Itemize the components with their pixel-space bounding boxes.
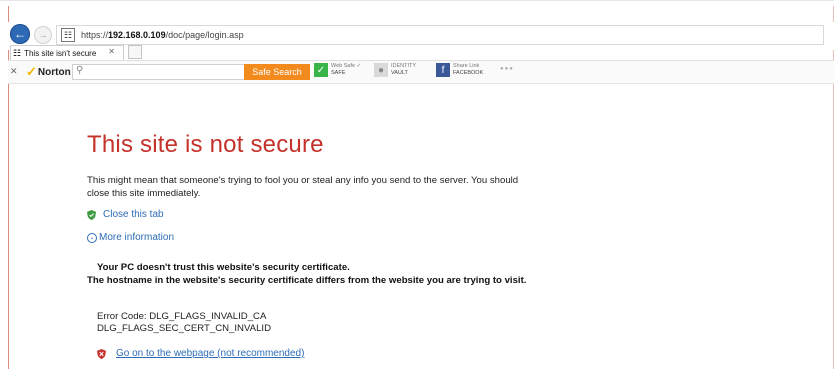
check-icon: ✓ bbox=[26, 64, 37, 79]
more-information-label: More information bbox=[99, 232, 175, 243]
page-icon: ☷ bbox=[61, 28, 75, 42]
go-on-label: Go on to the webpage (not recommended) bbox=[116, 348, 305, 359]
close-tab-label: Close this tab bbox=[103, 209, 164, 220]
identity-vault-button[interactable]: ● IDENTITY VAULT bbox=[374, 63, 416, 77]
error-code: Error Code: DLG_FLAGS_INVALID_CA DLG_FLA… bbox=[97, 311, 271, 335]
page-icon: ☷ bbox=[13, 48, 22, 58]
shield-warning-icon bbox=[97, 348, 106, 359]
close-tab-link[interactable]: Close this tab bbox=[87, 209, 164, 220]
hostname-warning: The hostname in the website's security c… bbox=[87, 275, 527, 286]
norton-toolbar: ✕ ✓ Norton ⚲ Safe Search ✓ Web Safe ✓ SAF… bbox=[8, 60, 834, 84]
url-host: 192.168.0.109 bbox=[108, 30, 166, 40]
arrow-right-icon: → bbox=[38, 29, 48, 41]
more-dots-icon[interactable]: ●●● bbox=[500, 66, 514, 72]
safe-search-button[interactable]: Safe Search bbox=[244, 64, 310, 80]
error-code-line-1: Error Code: DLG_FLAGS_INVALID_CA bbox=[97, 311, 267, 322]
arrow-left-icon: ← bbox=[14, 27, 26, 41]
more-information-link[interactable]: ⌄ More information bbox=[87, 232, 174, 243]
norton-search-input[interactable]: ⚲ bbox=[72, 64, 246, 80]
new-tab-button[interactable] bbox=[128, 45, 142, 59]
safe-web-text: Web Safe ✓ SAFE bbox=[331, 63, 362, 76]
safe-web-status[interactable]: ✓ Web Safe ✓ SAFE bbox=[314, 63, 361, 77]
close-icon[interactable]: ✕ bbox=[108, 47, 115, 56]
close-icon[interactable]: ✕ bbox=[10, 66, 18, 77]
tab-active[interactable]: ☷ This site isn't secure ✕ bbox=[10, 45, 124, 61]
address-bar[interactable]: ☷ https://192.168.0.109/doc/page/login.a… bbox=[56, 25, 824, 45]
error-code-line-2: DLG_FLAGS_SEC_CERT_CN_INVALID bbox=[97, 323, 271, 334]
certificate-warning: Your PC doesn't trust this website's sec… bbox=[97, 262, 350, 273]
intro-text: This might mean that someone's trying to… bbox=[87, 175, 519, 199]
chevron-down-icon: ⌄ bbox=[87, 232, 97, 243]
url-text[interactable]: https://192.168.0.109/doc/page/login.asp bbox=[81, 30, 244, 40]
url-path: /doc/page/login.asp bbox=[165, 30, 244, 40]
vault-text: IDENTITY VAULT bbox=[391, 63, 417, 76]
check-icon: ✓ bbox=[314, 63, 328, 77]
page-title: This site is not secure bbox=[87, 131, 324, 158]
forward-button[interactable]: → bbox=[34, 26, 52, 44]
back-button[interactable]: ← bbox=[10, 24, 30, 44]
search-icon: ⚲ bbox=[76, 65, 84, 76]
norton-logo[interactable]: ✓ Norton bbox=[26, 64, 71, 80]
tab-strip: ☷ This site isn't secure ✕ bbox=[8, 45, 834, 61]
vault-icon: ● bbox=[374, 63, 388, 77]
shield-icon bbox=[87, 209, 96, 220]
url-prefix: https:// bbox=[81, 30, 109, 40]
facebook-share-button[interactable]: f Share Link FACEBOOK bbox=[436, 63, 483, 77]
norton-logo-label: Norton bbox=[37, 66, 71, 78]
window-top-edge bbox=[0, 0, 834, 7]
facebook-icon: f bbox=[436, 63, 450, 77]
facebook-text: Share Link FACEBOOK bbox=[453, 63, 484, 76]
go-on-to-webpage-link[interactable]: Go on to the webpage (not recommended) bbox=[97, 348, 304, 359]
tab-title: This site isn't secure bbox=[24, 49, 97, 58]
